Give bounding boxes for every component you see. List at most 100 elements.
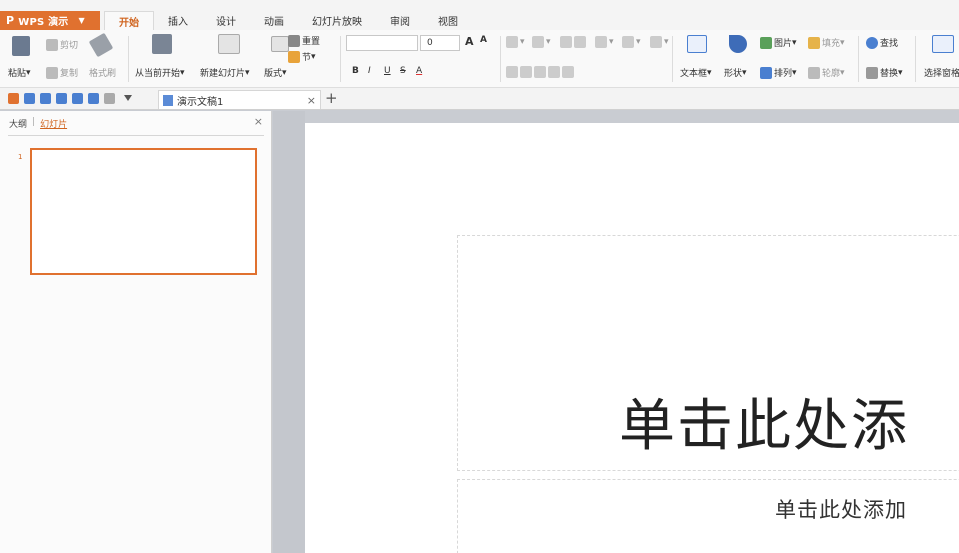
shapes-button[interactable]: 形状 ▾ <box>724 66 747 80</box>
selection-pane-button[interactable]: 选择窗格 <box>924 66 959 79</box>
tab-divider: | <box>32 117 36 127</box>
chevron-down-icon: ▼ <box>78 16 85 25</box>
fill-icon <box>808 36 820 49</box>
copy-button[interactable]: 复制 <box>46 66 78 79</box>
bullets-button[interactable]: ▾ <box>506 36 525 48</box>
align-buttons[interactable] <box>506 66 576 78</box>
from-current-button[interactable]: 从当前开始 ▾ <box>135 66 185 80</box>
align-left-icon <box>506 66 518 78</box>
paste-icon <box>12 36 30 56</box>
picture-button[interactable]: 图片 ▾ <box>760 36 797 49</box>
selection-pane-icon <box>932 35 954 53</box>
tab-outline[interactable]: 大纲 <box>9 117 27 130</box>
columns-button[interactable]: ▾ <box>622 36 641 48</box>
justify-icon <box>548 66 560 78</box>
close-tab-icon[interactable]: × <box>307 94 316 107</box>
arrange-button[interactable]: 排列 ▾ <box>760 66 797 79</box>
quick-access-bar: 演示文稿1 × + <box>0 88 959 110</box>
paste-button[interactable]: 粘贴 ▾ <box>8 66 31 80</box>
reset-button[interactable]: 重置 <box>288 34 320 47</box>
search-icon <box>866 36 878 49</box>
tab-insert[interactable]: 插入 <box>154 11 202 30</box>
slide[interactable]: 单击此处添 单击此处添加 <box>305 123 959 553</box>
italic-button[interactable]: I <box>368 66 371 76</box>
copy-icon <box>46 66 58 79</box>
separator <box>340 36 341 82</box>
divider <box>8 135 264 136</box>
section-button[interactable]: 节 ▾ <box>288 50 316 63</box>
fill-button[interactable]: 填充 ▾ <box>808 36 845 49</box>
columns-icon <box>622 36 634 48</box>
indent-button[interactable] <box>560 36 588 48</box>
document-name: 演示文稿1 <box>177 96 224 108</box>
grow-font-button[interactable]: A <box>465 35 474 48</box>
panel-tabs: 大纲 | 幻灯片 <box>9 117 67 130</box>
open-icon[interactable] <box>8 93 19 104</box>
print-icon[interactable] <box>56 93 67 104</box>
font-color-button[interactable]: A <box>416 66 422 76</box>
undo-icon[interactable] <box>88 93 99 104</box>
replace-icon <box>866 66 878 79</box>
layout-button[interactable]: 版式 ▾ <box>264 66 287 80</box>
shapes-icon <box>729 35 747 53</box>
tab-review[interactable]: 审阅 <box>376 11 424 30</box>
picture-icon <box>760 36 772 49</box>
tab-design[interactable]: 设计 <box>202 11 250 30</box>
separator <box>128 36 129 82</box>
line-spacing-button[interactable]: ▾ <box>595 36 614 48</box>
separator <box>915 36 916 82</box>
replace-button[interactable]: 替换 ▾ <box>866 66 903 79</box>
format-painter-button[interactable]: 格式刷 <box>89 66 116 79</box>
layout-icon <box>271 36 289 52</box>
find-button[interactable]: 查找 <box>866 36 898 49</box>
panel-gutter <box>273 111 305 553</box>
tab-view[interactable]: 视图 <box>424 11 472 30</box>
menu-bar: P WPS 演示 ▼ 开始 插入 设计 动画 幻灯片放映 审阅 视图 <box>0 0 959 30</box>
outline-icon <box>808 66 820 79</box>
new-slide-button[interactable]: 新建幻灯片 ▾ <box>200 66 250 80</box>
slides-panel: 大纲 | 幻灯片 × 1 <box>0 111 272 553</box>
tab-home[interactable]: 开始 <box>104 11 154 30</box>
text-direction-icon <box>650 36 662 48</box>
print-preview-icon[interactable] <box>72 93 83 104</box>
underline-button[interactable]: U <box>384 66 391 76</box>
textbox-icon <box>687 35 707 53</box>
shrink-font-button[interactable]: A <box>480 35 487 45</box>
ribbon: 粘贴 ▾ 剪切 复制 格式刷 从当前开始 ▾ 新建幻灯片 ▾ 版式 ▾ 重置 节 ▾ 0 … <box>0 30 959 88</box>
strike-button[interactable]: S <box>400 66 406 76</box>
document-icon <box>163 94 173 106</box>
save-icon[interactable] <box>24 93 35 104</box>
arrange-icon <box>760 66 772 79</box>
new-slide-icon <box>218 34 240 54</box>
line-spacing-icon <box>595 36 607 48</box>
align-center-icon <box>520 66 532 78</box>
new-tab-button[interactable]: + <box>325 89 338 107</box>
font-name-input[interactable] <box>346 35 418 51</box>
numbering-button[interactable]: ▾ <box>532 36 551 48</box>
app-menu-button[interactable]: P WPS 演示 ▼ <box>0 11 100 30</box>
text-direction-button[interactable]: ▾ <box>650 36 669 48</box>
textbox-button[interactable]: 文本框 ▾ <box>680 66 712 80</box>
document-tab[interactable]: 演示文稿1 × <box>158 90 321 109</box>
app-name: WPS 演示 <box>18 17 69 28</box>
outdent-icon <box>574 36 586 48</box>
tab-slideshow[interactable]: 幻灯片放映 <box>298 11 376 30</box>
section-icon <box>288 50 300 63</box>
redo-icon[interactable] <box>104 93 115 104</box>
close-panel-icon[interactable]: × <box>254 115 263 128</box>
separator <box>672 36 673 82</box>
tab-slides[interactable]: 幻灯片 <box>40 117 67 130</box>
slide-thumbnail[interactable] <box>30 148 257 275</box>
align-right-icon <box>534 66 546 78</box>
separator <box>500 36 501 82</box>
save-as-icon[interactable] <box>40 93 51 104</box>
tab-animation[interactable]: 动画 <box>250 11 298 30</box>
bold-button[interactable]: B <box>352 66 359 76</box>
font-size-input[interactable]: 0 <box>420 35 460 51</box>
outline-button[interactable]: 轮廓 ▾ <box>808 66 845 79</box>
reset-icon <box>288 34 300 47</box>
cut-button[interactable]: 剪切 <box>46 38 78 51</box>
subtitle-placeholder-text: 单击此处添加 <box>775 498 907 522</box>
customize-dropdown-icon[interactable] <box>124 95 132 101</box>
title-placeholder-text: 单击此处添 <box>619 394 909 459</box>
